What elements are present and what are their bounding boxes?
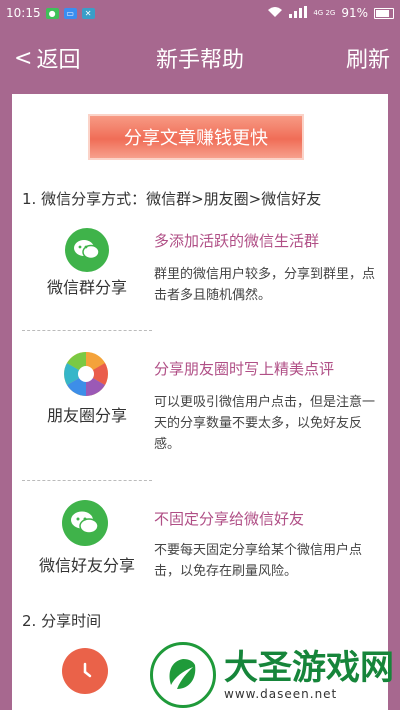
refresh-button[interactable]: 刷新	[346, 42, 390, 74]
item-desc-friend-share: 不要每天固定分享给某个微信用户点击，以免存在刷量风险。	[154, 543, 363, 579]
watermark-logo-icon	[150, 642, 216, 708]
item-desc-group-share: 群里的微信用户较多，分享到群里，点击者多且随机偶然。	[154, 267, 376, 303]
divider	[22, 330, 152, 331]
wifi-icon	[267, 6, 283, 21]
app-notification-icon: ✕	[81, 7, 95, 19]
message-notification-icon: ▭	[63, 7, 77, 19]
watermark-url: www.daseen.net	[224, 687, 338, 701]
item-title-moments-share: 分享朋友圈时写上精美点评	[154, 360, 335, 378]
item-label-friend-share: 微信好友分享	[38, 556, 135, 575]
network-type: 4G 2G	[313, 9, 336, 17]
clock-icon	[62, 648, 108, 694]
battery-percent: 91%	[341, 6, 368, 20]
item-title-friend-share: 不固定分享给微信好友	[154, 510, 305, 528]
site-watermark: 大圣游戏网 www.daseen.net	[150, 640, 400, 710]
item-label-moments-share: 朋友圈分享	[46, 406, 127, 425]
share-banner: 分享文章赚钱更快	[90, 116, 302, 158]
chevron-left-icon: <	[14, 45, 33, 71]
back-button[interactable]: < 返回	[14, 42, 80, 74]
signal-icon	[289, 5, 308, 21]
wechat-friend-icon	[62, 500, 108, 546]
divider	[22, 480, 152, 481]
battery-icon	[374, 7, 394, 19]
section-heading-share-time: 2. 分享时间	[22, 612, 102, 630]
status-right: 4G 2G 91%	[267, 5, 394, 21]
nav-bar: < 返回 新手帮助 刷新	[0, 26, 400, 86]
item-desc-moments-share: 可以更吸引微信用户点击，但是注意一天的分享数量不要太多，以免好友反感。	[154, 395, 376, 452]
moments-icon	[62, 350, 110, 398]
status-bar: 10:15 ● ▭ ✕ 4G 2G 91%	[0, 0, 400, 26]
watermark-name: 大圣游戏网	[224, 648, 394, 688]
section-heading-share-methods: 1. 微信分享方式：微信群>朋友圈>微信好友	[22, 190, 322, 208]
wechat-notification-icon: ●	[45, 7, 59, 19]
help-panel: 分享文章赚钱更快 1. 微信分享方式：微信群>朋友圈>微信好友 微信群分享 多添…	[12, 94, 388, 710]
back-label: 返回	[36, 48, 81, 73]
item-title-group-share: 多添加活跃的微信生活群	[154, 232, 320, 250]
item-label-group-share: 微信群分享	[46, 278, 127, 297]
watermark-text: 大圣游戏网 www.daseen.net	[224, 649, 394, 701]
wechat-group-icon	[65, 228, 109, 272]
status-time: 10:15	[6, 6, 41, 20]
